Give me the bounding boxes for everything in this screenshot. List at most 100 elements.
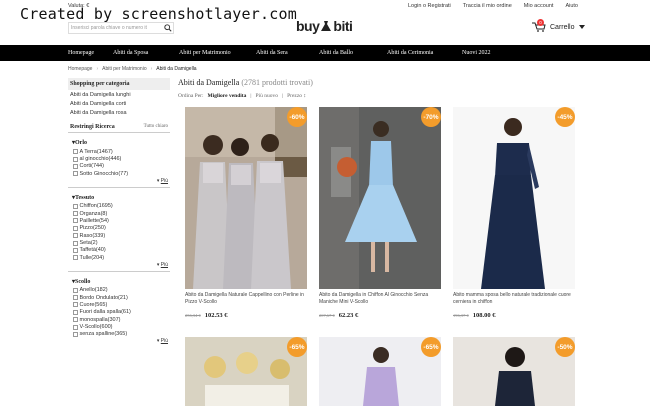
checkbox[interactable]	[73, 309, 78, 315]
discount-badge: -65%	[287, 337, 307, 357]
filter-option[interactable]: Sotto Ginocchio(77)	[68, 170, 170, 177]
filter-option[interactable]: Fuori dalla spalla(61)	[68, 309, 170, 316]
checkbox[interactable]	[73, 149, 78, 155]
checkbox[interactable]	[73, 247, 78, 253]
checkbox[interactable]	[73, 225, 78, 231]
filter-option[interactable]: Anello(182)	[68, 287, 170, 294]
nav-item-home[interactable]: Homepage	[68, 50, 113, 56]
filter-group-title[interactable]: ▾Scollo	[68, 276, 170, 287]
nav-item-prom[interactable]: Abiti da Ballo	[319, 50, 387, 56]
login-link[interactable]: Login o Registrati	[408, 3, 451, 9]
search-box[interactable]: Inserisci parola chiave o numero it	[68, 22, 174, 34]
search-icon[interactable]	[163, 23, 173, 33]
checkbox[interactable]	[73, 156, 78, 162]
nav-item-wedding-party[interactable]: Abiti per Matrimonio	[179, 50, 256, 56]
checkbox[interactable]	[73, 233, 78, 239]
product-card[interactable]: -70% Abito da Damigella in Chiffon Al Gi…	[319, 107, 441, 319]
nav-item-wedding-dresses[interactable]: Abiti da Sposa	[113, 50, 179, 56]
product-name[interactable]: Abito da Damigella in Chiffon Al Ginocch…	[319, 292, 441, 307]
filter-option[interactable]: Corti(744)	[68, 163, 170, 170]
sort-option-newest[interactable]: Più nuovo	[255, 93, 277, 99]
product-image[interactable]: -65%	[319, 337, 441, 406]
filter-option[interactable]: monospalla(307)	[68, 316, 170, 323]
checkbox[interactable]	[73, 255, 78, 261]
divider	[68, 186, 170, 188]
product-image[interactable]: -60%	[185, 107, 307, 289]
product-price: 62.23 €	[338, 312, 359, 319]
old-price: 196,37 €	[453, 313, 469, 318]
checkbox[interactable]	[73, 171, 78, 177]
cart-button[interactable]: 0 Carrello	[532, 19, 585, 32]
category-link[interactable]: Abiti da Damigella lunghi	[68, 90, 170, 99]
product-name[interactable]: Abito mamma sposa bello naturale tradizi…	[453, 292, 575, 307]
checkbox[interactable]	[73, 218, 78, 224]
checkbox[interactable]	[73, 240, 78, 246]
clear-all-link[interactable]: Tutto chiaro	[144, 124, 168, 130]
more-link[interactable]: ▾ Più	[68, 338, 170, 344]
filter-option[interactable]: senza spalline(365)	[68, 331, 170, 338]
checkbox[interactable]	[73, 295, 78, 301]
product-image[interactable]: -50%	[453, 337, 575, 406]
nav-item-new[interactable]: Nuovi 2022	[462, 50, 491, 56]
checkbox[interactable]	[73, 203, 78, 209]
filter-option[interactable]: Chiffon(1695)	[68, 203, 170, 210]
filter-option[interactable]: Paillette(54)	[68, 217, 170, 224]
filter-option[interactable]: Bordo Ondulato(21)	[68, 294, 170, 301]
filter-group-title[interactable]: ▾Orlo	[68, 137, 170, 148]
product-image[interactable]: -65%	[185, 337, 307, 406]
category-link[interactable]: Abiti da Damigella rosa	[68, 108, 170, 117]
discount-badge: -45%	[555, 107, 575, 127]
product-card[interactable]: -50%	[453, 337, 575, 406]
product-card[interactable]: -45% Abito mamma sposa bello naturale tr…	[453, 107, 575, 319]
account-link[interactable]: Mio account	[524, 3, 554, 9]
filter-option[interactable]: A Terra(1467)	[68, 148, 170, 155]
sort-option-price[interactable]: Prezzo ↕	[287, 93, 306, 99]
product-price: 108.00 €	[472, 312, 496, 319]
breadcrumb-separator-icon: ›	[150, 66, 153, 72]
filter-option[interactable]: Organza(8)	[68, 210, 170, 217]
more-link[interactable]: ▾ Più	[68, 178, 170, 184]
search-input[interactable]: Inserisci parola chiave o numero it	[69, 25, 163, 31]
old-price: 207,67 €	[319, 313, 335, 318]
site-logo[interactable]: buy biti	[296, 18, 353, 34]
checkbox[interactable]	[73, 331, 78, 337]
sort-option-best[interactable]: Migliore vendita	[208, 93, 247, 99]
filter-option[interactable]: Raso(339)	[68, 232, 170, 239]
filter-option[interactable]: Tulle(204)	[68, 254, 170, 261]
filter-option[interactable]: Pizzo(250)	[68, 225, 170, 232]
product-listing: Abiti da Damigella (2781 prodotti trovat…	[178, 78, 588, 99]
filter-option[interactable]: Taffetà(40)	[68, 247, 170, 254]
sidebar: Shopping per categoria Abiti da Damigell…	[68, 78, 170, 344]
category-link[interactable]: Abiti da Damigella corti	[68, 99, 170, 108]
product-card[interactable]: -65%	[319, 337, 441, 406]
filter-option[interactable]: al ginocchio(446)	[68, 155, 170, 162]
sort-bar: Ordina Per: Migliore vendita | Più nuovo…	[178, 93, 307, 99]
breadcrumb-wedding[interactable]: Abiti per Matrimonio	[102, 66, 146, 72]
product-card[interactable]: -60% Abito da Damigella Naturale Cappell…	[185, 107, 307, 319]
checkbox[interactable]	[73, 287, 78, 293]
product-card[interactable]: -65%	[185, 337, 307, 406]
nav-item-evening[interactable]: Abiti da Sera	[256, 50, 319, 56]
filter-option[interactable]: Seta(2)	[68, 239, 170, 246]
checkbox[interactable]	[73, 324, 78, 330]
checkbox[interactable]	[73, 302, 78, 308]
product-image[interactable]: -70%	[319, 107, 441, 289]
checkbox[interactable]	[73, 211, 78, 217]
product-name[interactable]: Abito da Damigella Naturale Cappellino c…	[185, 292, 307, 307]
refine-title: Restringi Ricerca	[70, 124, 115, 130]
filter-group-title[interactable]: ▾Tessuto	[68, 192, 170, 203]
track-order-link[interactable]: Traccia il mio ordine	[463, 3, 512, 9]
cart-label: Carrello	[550, 23, 575, 31]
old-price: 256,34 €	[185, 313, 201, 318]
filter-group-neckline: ▾Scollo Anello(182) Bordo Ondulato(21) C…	[68, 276, 170, 345]
checkbox[interactable]	[73, 317, 78, 323]
top-links: Login o Registrati Traccia il mio ordine…	[408, 3, 578, 9]
more-link[interactable]: ▾ Più	[68, 262, 170, 268]
help-link[interactable]: Aiuto	[565, 3, 578, 9]
breadcrumb-home[interactable]: Homepage	[68, 66, 92, 72]
filter-option[interactable]: V-Scollo(600)	[68, 323, 170, 330]
product-image[interactable]: -45%	[453, 107, 575, 289]
nav-item-ceremony[interactable]: Abiti da Cerimonia	[387, 50, 462, 56]
checkbox[interactable]	[73, 163, 78, 169]
filter-option[interactable]: Cuore(565)	[68, 301, 170, 308]
